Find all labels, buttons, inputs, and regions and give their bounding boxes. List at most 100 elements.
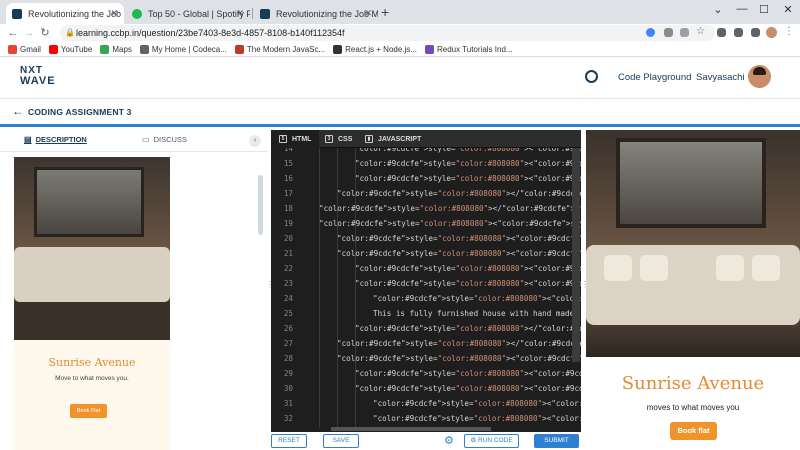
card-text: Move to what moves you. bbox=[55, 375, 129, 382]
user-name[interactable]: Savyasachi bbox=[696, 72, 745, 83]
close-tab-icon[interactable]: ✕ bbox=[110, 8, 118, 19]
line-number: 27 bbox=[283, 339, 293, 348]
code-line[interactable]: 24 "color:#9cdcfe">style="color:#808080">… bbox=[271, 291, 581, 306]
translate-icon[interactable] bbox=[664, 28, 673, 37]
cushion-shape bbox=[752, 255, 780, 281]
tab-description[interactable]: ▤ DESCRIPTION bbox=[24, 135, 87, 144]
editor-horizontal-scrollbar[interactable] bbox=[331, 427, 491, 431]
url-input[interactable]: 🔒 learning.ccbp.in/question/23be7403-8e3… bbox=[60, 25, 715, 41]
code-line[interactable]: 18 "color:#9cdcfe">style="color:#808080">… bbox=[271, 201, 581, 216]
code-line[interactable]: 17 "color:#9cdcfe">style="color:#808080">… bbox=[271, 186, 581, 201]
browser-tab-2[interactable]: Top 50 - Global | Spotify Playlist ✕ bbox=[126, 3, 250, 24]
tab-title: Top 50 - Global | Spotify Playlist bbox=[148, 8, 250, 19]
tab-search-icon[interactable]: ⌄ bbox=[706, 3, 730, 16]
reading-list-icon[interactable] bbox=[734, 28, 743, 37]
save-button[interactable]: SAVE bbox=[323, 434, 359, 448]
nxtwave-logo[interactable]: NXT WAVE bbox=[20, 66, 56, 87]
bookmark-maps[interactable]: Maps bbox=[100, 44, 132, 54]
spotify-icon bbox=[132, 8, 142, 19]
code-line[interactable]: 26 "color:#9cdcfe">style="color:#808080">… bbox=[271, 321, 581, 336]
editor-scrollbar[interactable] bbox=[572, 148, 580, 362]
code-line[interactable]: 23 "color:#9cdcfe">style="color:#808080">… bbox=[271, 276, 581, 291]
tab-discuss[interactable]: ▭ DISCUSS bbox=[142, 135, 187, 144]
bookmark-react-node[interactable]: React.js + Node.js... bbox=[333, 44, 417, 54]
back-icon[interactable]: ← bbox=[6, 24, 20, 42]
bookmark-star-icon[interactable]: ☆ bbox=[696, 27, 706, 37]
close-window-button[interactable]: ✕ bbox=[776, 3, 800, 16]
code-line[interactable]: 28 "color:#9cdcfe">style="color:#808080">… bbox=[271, 351, 581, 366]
code-line[interactable]: 16 "color:#9cdcfe">style="color:#808080">… bbox=[271, 171, 581, 186]
menu-kebab-icon[interactable]: ⋮ bbox=[784, 26, 795, 37]
editor-tabs: 5 HTML 3 CSS ▮ JAVASCRIPT bbox=[271, 130, 581, 148]
bookmark-label: My Home | Codeca... bbox=[151, 44, 227, 54]
scrollbar[interactable] bbox=[258, 175, 263, 235]
google-icon[interactable] bbox=[646, 28, 655, 37]
page-title: CODING ASSIGNMENT 3 bbox=[28, 107, 132, 117]
timer-icon[interactable] bbox=[585, 70, 598, 83]
line-number: 31 bbox=[283, 399, 293, 408]
collapse-panel-button[interactable]: ‹ bbox=[249, 135, 261, 147]
expected-output-card: Sunrise Avenue Move to what moves you. B… bbox=[14, 340, 170, 450]
page-icon bbox=[234, 44, 244, 54]
new-tab-button[interactable]: + bbox=[381, 4, 389, 20]
code-line[interactable]: 31 "color:#9cdcfe">style="color:#808080">… bbox=[271, 396, 581, 411]
code-line[interactable]: 15 "color:#9cdcfe">style="color:#808080">… bbox=[271, 156, 581, 171]
bookmark-javascript[interactable]: The Modern JavaSc... bbox=[234, 44, 326, 54]
code-playground-link[interactable]: Code Playground bbox=[618, 72, 691, 83]
code-editor: 5 HTML 3 CSS ▮ JAVASCRIPT 14 "color:#9cdc… bbox=[271, 130, 581, 432]
back-arrow-icon[interactable]: ← bbox=[12, 104, 24, 118]
minimize-button[interactable]: — bbox=[730, 3, 754, 15]
maximize-button[interactable]: ☐ bbox=[752, 3, 776, 16]
extensions-icon[interactable] bbox=[717, 28, 726, 37]
line-number: 32 bbox=[283, 414, 293, 423]
reload-icon[interactable]: ↻ bbox=[38, 24, 52, 42]
tab-css[interactable]: 3 CSS bbox=[317, 130, 360, 148]
reset-button[interactable]: RESET bbox=[271, 434, 307, 448]
bookmark-gmail[interactable]: Gmail bbox=[8, 44, 41, 54]
bookmark-label: Maps bbox=[112, 44, 132, 54]
line-number: 15 bbox=[283, 159, 293, 168]
code-line[interactable]: 20 "color:#9cdcfe">style="color:#808080">… bbox=[271, 231, 581, 246]
profile-avatar[interactable] bbox=[766, 27, 777, 38]
code-line[interactable]: 32 "color:#9cdcfe">style="color:#808080">… bbox=[271, 411, 581, 426]
bookmark-codecademy[interactable]: My Home | Codeca... bbox=[139, 44, 227, 54]
browser-tab-1[interactable]: Revolutionizing the Job Market | ✕ bbox=[6, 3, 124, 24]
submit-button[interactable]: SUBMIT bbox=[534, 434, 579, 448]
code-line[interactable]: 27 "color:#9cdcfe">style="color:#808080">… bbox=[271, 336, 581, 351]
code-line[interactable]: 29 "color:#9cdcfe">style="color:#808080">… bbox=[271, 366, 581, 381]
browser-tab-3[interactable]: Revolutionizing the Job Market | ✕ bbox=[254, 3, 378, 24]
window-shape bbox=[34, 167, 144, 237]
bookmarks-bar: Gmail YouTube Maps My Home | Codeca... T… bbox=[0, 42, 800, 57]
run-code-button[interactable]: ⚙ RUN CODE bbox=[464, 434, 519, 448]
book-flat-button[interactable]: Book Flat bbox=[70, 404, 107, 418]
bookmark-label: The Modern JavaSc... bbox=[246, 44, 326, 54]
tab-javascript[interactable]: ▮ JAVASCRIPT bbox=[357, 130, 429, 148]
close-tab-icon[interactable]: ✕ bbox=[236, 8, 244, 19]
code-text: "color:#9cdcfe">style="color:#808080"><"… bbox=[319, 219, 581, 228]
app-header: NXT WAVE Code Playground Savyasachi bbox=[0, 57, 800, 99]
maps-icon bbox=[100, 44, 110, 54]
document-icon: ▤ bbox=[24, 135, 32, 144]
code-line[interactable]: 19 "color:#9cdcfe">style="color:#808080">… bbox=[271, 216, 581, 231]
sidepanel-icon[interactable] bbox=[751, 28, 760, 37]
js-icon: ▮ bbox=[365, 135, 373, 143]
code-line[interactable]: 22 "color:#9cdcfe">style="color:#808080">… bbox=[271, 261, 581, 276]
bookmark-redux[interactable]: Redux Tutorials Ind... bbox=[424, 44, 513, 54]
url-text: learning.ccbp.in/question/23be7403-8e3d-… bbox=[76, 28, 345, 38]
code-area[interactable]: 14 "color:#9cdcfe">style="color:#808080">… bbox=[271, 148, 581, 428]
code-line[interactable]: 21 "color:#9cdcfe">style="color:#808080">… bbox=[271, 246, 581, 261]
bookmark-youtube[interactable]: YouTube bbox=[48, 44, 92, 54]
address-bar-row: ← → ↻ 🔒 learning.ccbp.in/question/23be74… bbox=[0, 24, 800, 42]
code-text: "color:#9cdcfe">style="color:#808080"><"… bbox=[373, 414, 581, 423]
book-flat-button[interactable]: Book flat bbox=[670, 422, 717, 440]
chat-icon: ▭ bbox=[142, 135, 150, 144]
avatar[interactable] bbox=[748, 65, 771, 88]
share-icon[interactable] bbox=[680, 28, 689, 37]
close-tab-icon[interactable]: ✕ bbox=[364, 8, 372, 19]
forward-icon[interactable]: → bbox=[22, 24, 36, 42]
gear-icon[interactable]: ⚙ bbox=[444, 434, 454, 447]
code-line[interactable]: 14 "color:#9cdcfe">style="color:#808080">… bbox=[271, 148, 581, 156]
code-line[interactable]: 30 "color:#9cdcfe">style="color:#808080">… bbox=[271, 381, 581, 396]
tab-html[interactable]: 5 HTML bbox=[271, 130, 320, 148]
code-line[interactable]: 25 This is fully furnished house with han… bbox=[271, 306, 581, 321]
